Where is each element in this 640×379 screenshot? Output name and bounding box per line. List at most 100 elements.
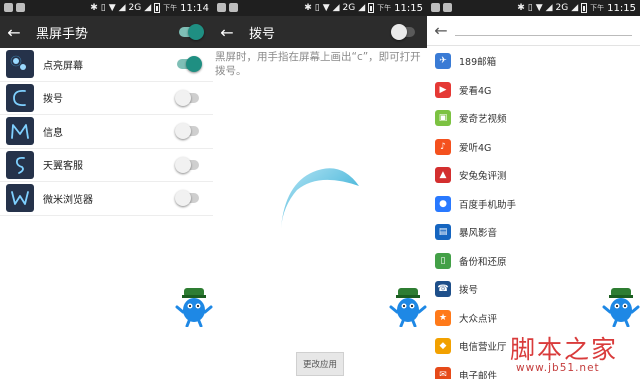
mascot-image <box>602 288 640 327</box>
status-bar: ✱ ▯ ▼ ◢ 2G ◢ 下午 11:15 <box>427 0 640 16</box>
network-type: 2G <box>555 3 569 13</box>
gesture-settings-panel: ✱ ▯ ▼ ◢ 2G ◢ 下午 11:14 ← 黑屏手势 点亮屏幕 拨号 信息 … <box>0 0 213 379</box>
app-row[interactable]: ✈ 189邮箱 <box>427 47 640 76</box>
notification-icon <box>443 3 452 12</box>
gesture-label: 拨号 <box>43 94 63 106</box>
gesture-row-message[interactable]: 信息 <box>0 115 213 149</box>
bluetooth-icon: ✱ <box>517 3 525 13</box>
notification-icon <box>431 3 440 12</box>
gesture-row-browser[interactable]: 微米浏览器 <box>0 182 213 216</box>
play-icon: ▶ <box>435 81 451 98</box>
backup-icon: ▯ <box>435 252 451 269</box>
apply-change-button[interactable]: 更改应用 <box>296 352 344 376</box>
c-gesture-icon <box>6 83 34 112</box>
gesture-row-dial[interactable]: 拨号 <box>0 82 213 115</box>
gesture-toggle[interactable] <box>175 123 199 140</box>
app-row[interactable]: ▤ 暴风影音 <box>427 218 640 247</box>
app-label: 爱奇艺视频 <box>459 114 507 126</box>
notification-icon <box>16 3 25 12</box>
mail-plane-icon: ✈ <box>435 53 451 70</box>
clock: 11:14 <box>180 2 209 14</box>
search-input[interactable] <box>455 35 632 36</box>
gesture-row-wake[interactable]: 点亮屏幕 <box>0 48 213 82</box>
watermark-text: 脚本之家 <box>510 335 619 364</box>
toggle-knob <box>175 156 191 173</box>
toggle-knob <box>186 56 202 73</box>
fire-icon: ▲ <box>435 167 451 184</box>
signal-icon: ◢ <box>545 3 553 13</box>
back-arrow-icon[interactable]: ← <box>0 16 28 48</box>
bluetooth-icon: ✱ <box>304 3 312 13</box>
app-label: 拨号 <box>459 285 479 297</box>
app-row[interactable]: ▣ 爱奇艺视频 <box>427 104 640 133</box>
app-label: 189邮箱 <box>459 57 497 69</box>
email-icon: ✉ <box>435 366 451 379</box>
gesture-label: 点亮屏幕 <box>43 60 83 72</box>
music-icon: ♪ <box>435 138 451 155</box>
vibrate-icon: ▯ <box>314 3 320 13</box>
app-label: 电子邮件 <box>459 370 498 379</box>
s-gesture-icon <box>6 150 34 179</box>
toggle-knob <box>175 89 191 106</box>
network-type: 2G <box>128 3 142 13</box>
master-gesture-toggle[interactable] <box>179 24 204 40</box>
toggle-knob <box>188 24 204 40</box>
iqiyi-icon: ▣ <box>435 110 451 127</box>
signal-icon: ◢ <box>332 3 340 13</box>
toggle-knob <box>175 123 191 140</box>
battery-icon <box>368 3 375 13</box>
gesture-list: 点亮屏幕 拨号 信息 天翼客服 微米浏览器 <box>0 48 213 216</box>
gesture-row-service[interactable]: 天翼客服 <box>0 149 213 182</box>
app-bar: ← 黑屏手势 <box>0 16 213 48</box>
gesture-description: 黑屏时，用手指在屏幕上画出“c”，即可打开拨号。 <box>215 51 421 77</box>
time-period: 下午 <box>377 4 392 12</box>
back-arrow-icon[interactable]: ← <box>427 16 455 46</box>
app-label: 备份和还原 <box>459 256 507 268</box>
app-row[interactable]: ▶ 爱看4G <box>427 76 640 105</box>
gesture-toggle[interactable] <box>175 89 199 106</box>
wifi-icon: ▼ <box>322 3 330 13</box>
battery-icon <box>581 3 588 13</box>
status-bar: ✱ ▯ ▼ ◢ 2G ◢ 下午 11:15 <box>213 0 427 16</box>
notification-icon <box>4 3 13 12</box>
mascot-image <box>175 288 213 327</box>
clock: 11:15 <box>607 2 636 14</box>
gesture-toggle[interactable] <box>177 56 202 73</box>
phone-icon: ☎ <box>435 281 451 298</box>
w-gesture-icon <box>6 184 34 213</box>
battery-icon <box>154 3 161 13</box>
gesture-toggle[interactable] <box>175 156 199 173</box>
telecom-icon: ◆ <box>435 338 451 355</box>
notification-icon <box>217 3 226 12</box>
app-row[interactable]: ♪ 爱听4G <box>427 133 640 162</box>
gesture-label: 天翼客服 <box>43 161 83 173</box>
search-bar: ← <box>427 16 640 46</box>
gesture-label: 信息 <box>43 127 63 139</box>
notification-icon <box>229 3 238 12</box>
signal-icon: ◢ <box>358 3 366 13</box>
wifi-icon: ▼ <box>535 3 543 13</box>
app-label: 百度手机助手 <box>459 199 517 211</box>
app-row[interactable]: ▲ 安兔兔评测 <box>427 161 640 190</box>
app-label: 暴风影音 <box>459 228 498 240</box>
signal-icon: ◢ <box>118 3 126 13</box>
time-period: 下午 <box>590 4 605 12</box>
app-row[interactable]: ▯ 备份和还原 <box>427 247 640 276</box>
dial-gesture-toggle[interactable] <box>391 24 415 40</box>
clock: 11:15 <box>394 2 423 14</box>
signal-icon: ◢ <box>571 3 579 13</box>
back-arrow-icon[interactable]: ← <box>213 16 241 48</box>
time-period: 下午 <box>163 4 178 12</box>
app-row[interactable]: ● 百度手机助手 <box>427 190 640 219</box>
status-bar: ✱ ▯ ▼ ◢ 2G ◢ 下午 11:14 <box>0 0 213 16</box>
app-label: 安兔兔评测 <box>459 171 507 183</box>
mascot-image <box>389 288 427 327</box>
network-type: 2G <box>342 3 356 13</box>
signal-icon: ◢ <box>144 3 152 13</box>
app-label: 爱看4G <box>459 85 492 97</box>
gesture-toggle[interactable] <box>175 190 199 207</box>
baidu-icon: ● <box>435 195 451 212</box>
m-gesture-icon <box>6 117 34 146</box>
gesture-label: 微米浏览器 <box>43 194 93 206</box>
vibrate-icon: ▯ <box>100 3 106 13</box>
